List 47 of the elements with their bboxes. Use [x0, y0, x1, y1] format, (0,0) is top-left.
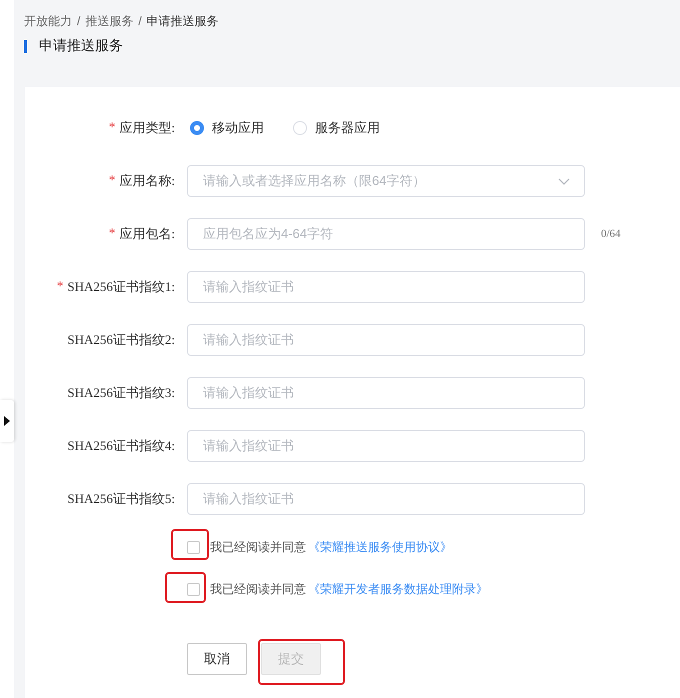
- field-label: SHA256证书指纹2:: [67, 331, 175, 349]
- radio-label: 服务器应用: [315, 119, 380, 137]
- placeholder-text: 请输入指纹证书: [203, 331, 294, 349]
- required-mark: *: [108, 225, 116, 242]
- placeholder-text: 请输入或者选择应用名称（限64字符）: [203, 172, 426, 190]
- placeholder-text: 请输入指纹证书: [203, 490, 294, 508]
- input-field[interactable]: 请输入指纹证书: [187, 483, 585, 515]
- title-accent-bar: [24, 40, 27, 52]
- field-label: SHA256证书指纹4:: [67, 437, 175, 455]
- page-title: 申请推送服务: [39, 37, 123, 55]
- field-label: 应用类型:: [119, 119, 175, 137]
- field-label: 应用名称:: [119, 172, 175, 190]
- placeholder-text: 应用包名应为4-64字符: [203, 225, 334, 243]
- input-field[interactable]: 请输入指纹证书: [187, 377, 585, 409]
- breadcrumb-current: 申请推送服务: [146, 12, 219, 30]
- select-field[interactable]: 请输入或者选择应用名称（限64字符）: [187, 165, 585, 197]
- input-field[interactable]: 请输入指纹证书: [187, 324, 585, 356]
- agreement-text: 我已经阅读并同意: [210, 538, 306, 556]
- chevron-down-icon: [558, 178, 570, 184]
- required-mark: *: [108, 172, 116, 189]
- input-field[interactable]: 应用包名应为4-64字符: [187, 218, 585, 250]
- sidebar-toggle[interactable]: [0, 400, 14, 442]
- breadcrumb-link[interactable]: 开放能力: [24, 12, 72, 30]
- required-mark: *: [108, 119, 116, 136]
- breadcrumb-link[interactable]: 推送服务: [85, 12, 134, 30]
- required-mark: *: [56, 278, 64, 295]
- cancel-button[interactable]: 取消: [187, 643, 247, 675]
- caret-right-icon: [4, 416, 10, 426]
- field-label: 应用包名:: [119, 225, 175, 243]
- agreement-link[interactable]: 《荣耀开发者服务数据处理附录》: [308, 580, 488, 598]
- radio-button[interactable]: [190, 121, 204, 135]
- checkbox[interactable]: [187, 582, 200, 596]
- input-field[interactable]: 请输入指纹证书: [187, 271, 585, 303]
- field-label: SHA256证书指纹1:: [67, 278, 175, 296]
- field-label: SHA256证书指纹5:: [67, 490, 175, 508]
- checkbox[interactable]: [187, 540, 200, 554]
- breadcrumb-separator: /: [77, 14, 80, 28]
- breadcrumb-separator: /: [138, 14, 142, 28]
- radio-label: 移动应用: [212, 119, 264, 137]
- field-label: SHA256证书指纹3:: [67, 384, 175, 402]
- character-counter: 0/64: [601, 228, 621, 240]
- placeholder-text: 请输入指纹证书: [203, 384, 294, 402]
- placeholder-text: 请输入指纹证书: [203, 278, 294, 296]
- placeholder-text: 请输入指纹证书: [203, 437, 294, 455]
- agreement-link[interactable]: 《荣耀推送服务使用协议》: [308, 538, 452, 556]
- agreement-text: 我已经阅读并同意: [210, 580, 306, 598]
- input-field[interactable]: 请输入指纹证书: [187, 430, 585, 462]
